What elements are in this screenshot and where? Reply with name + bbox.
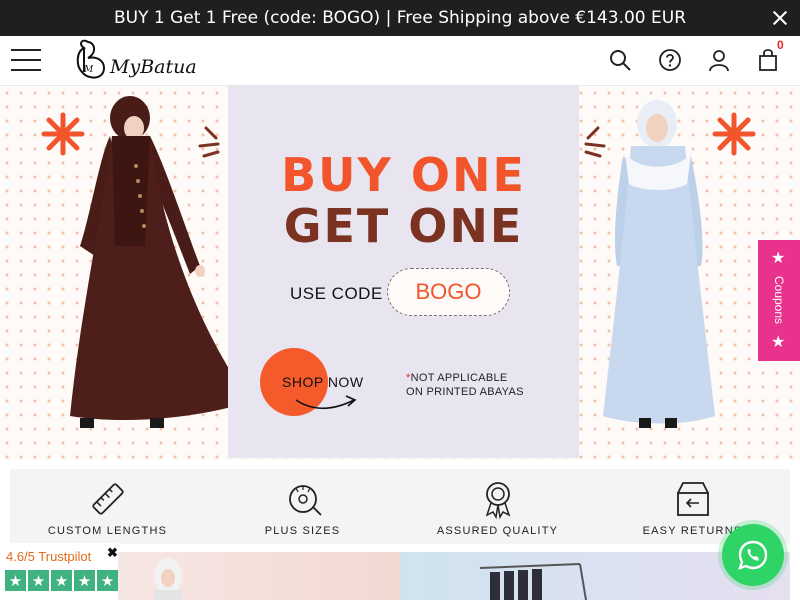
star-icon: ★ — [771, 250, 786, 267]
account-icon[interactable] — [707, 48, 731, 72]
logo[interactable]: M MyBatua — [74, 36, 197, 86]
close-icon[interactable]: ✖ — [107, 545, 118, 561]
ruler-icon — [91, 483, 124, 515]
logo-text: MyBatua — [110, 56, 197, 78]
arrow-icon — [295, 395, 357, 410]
hero-headline-line2: GET ONE — [283, 199, 524, 253]
model-thumbnail-image — [154, 558, 182, 600]
hero-offer-panel: BUY ONE GET ONE USE CODE BOGO SHOP NOW *… — [228, 86, 579, 458]
logo-mark: M — [76, 39, 106, 79]
return-box-icon — [676, 482, 709, 516]
model-brown-abaya-image — [70, 96, 240, 428]
coupons-tab[interactable]: ★ Coupons ★ — [758, 240, 800, 361]
star-icon: ★ — [51, 570, 72, 591]
coupons-label: Coupons — [772, 275, 786, 325]
feature-label: ASSURED QUALITY — [436, 525, 559, 537]
trustpilot-widget[interactable]: 4.6/5 Trustpilot ✖ ★ ★ ★ ★ ★ — [0, 543, 118, 600]
clothing-rack-image — [479, 563, 587, 600]
hero-banner[interactable]: BUY ONE GET ONE USE CODE BOGO SHOP NOW *… — [0, 86, 800, 460]
offer-disclaimer: *NOT APPLICABLE ON PRINTED ABAYAS — [406, 371, 524, 399]
measuring-tape-icon — [288, 485, 322, 516]
feature-label: PLUS SIZES — [264, 525, 341, 537]
star-icon: ★ — [5, 570, 26, 591]
disclaimer-line1: NOT APPLICABLE — [410, 372, 508, 384]
menu-icon[interactable] — [11, 49, 41, 71]
feature-label: CUSTOM LENGTHS — [47, 525, 168, 537]
announcement-text: BUY 1 Get 1 Free (code: BOGO) | Free Shi… — [113, 8, 686, 28]
model-blue-abaya-image — [603, 100, 715, 428]
cart-count-badge: 0 — [777, 38, 784, 52]
star-icon: ★ — [771, 334, 786, 351]
whatsapp-chat-button[interactable] — [722, 524, 784, 586]
star-icon: ★ — [74, 570, 95, 591]
site-header: M MyBatua 0 — [0, 36, 800, 86]
feature-plus-sizes: PLUS SIZES — [205, 469, 400, 544]
trustpilot-stars: ★ ★ ★ ★ ★ — [5, 570, 118, 591]
star-icon: ★ — [97, 570, 118, 591]
shop-now-link[interactable]: SHOP NOW — [282, 374, 364, 390]
help-icon[interactable] — [658, 48, 682, 72]
feature-assured-quality: ASSURED QUALITY — [400, 469, 595, 544]
search-icon[interactable] — [608, 48, 632, 72]
use-code-label: USE CODE — [290, 284, 383, 303]
hero-headline-line1: BUY ONE — [281, 148, 526, 202]
promo-code-badge: BOGO — [387, 268, 510, 316]
quality-badge-icon — [485, 482, 510, 519]
star-icon: ★ — [28, 570, 49, 591]
trustpilot-rating: 4.6/5 Trustpilot — [6, 549, 92, 564]
promo-tile-left[interactable] — [118, 552, 400, 600]
svg-text:M: M — [83, 65, 94, 75]
whatsapp-icon — [738, 540, 768, 570]
announcement-bar: BUY 1 Get 1 Free (code: BOGO) | Free Shi… — [0, 0, 800, 36]
close-icon[interactable] — [770, 8, 790, 28]
feature-custom-lengths: CUSTOM LENGTHS — [10, 469, 205, 544]
disclaimer-line2: ON PRINTED ABAYAS — [406, 386, 524, 398]
features-strip: CUSTOM LENGTHS PLUS SIZES ASSURED QUALIT… — [10, 469, 790, 544]
